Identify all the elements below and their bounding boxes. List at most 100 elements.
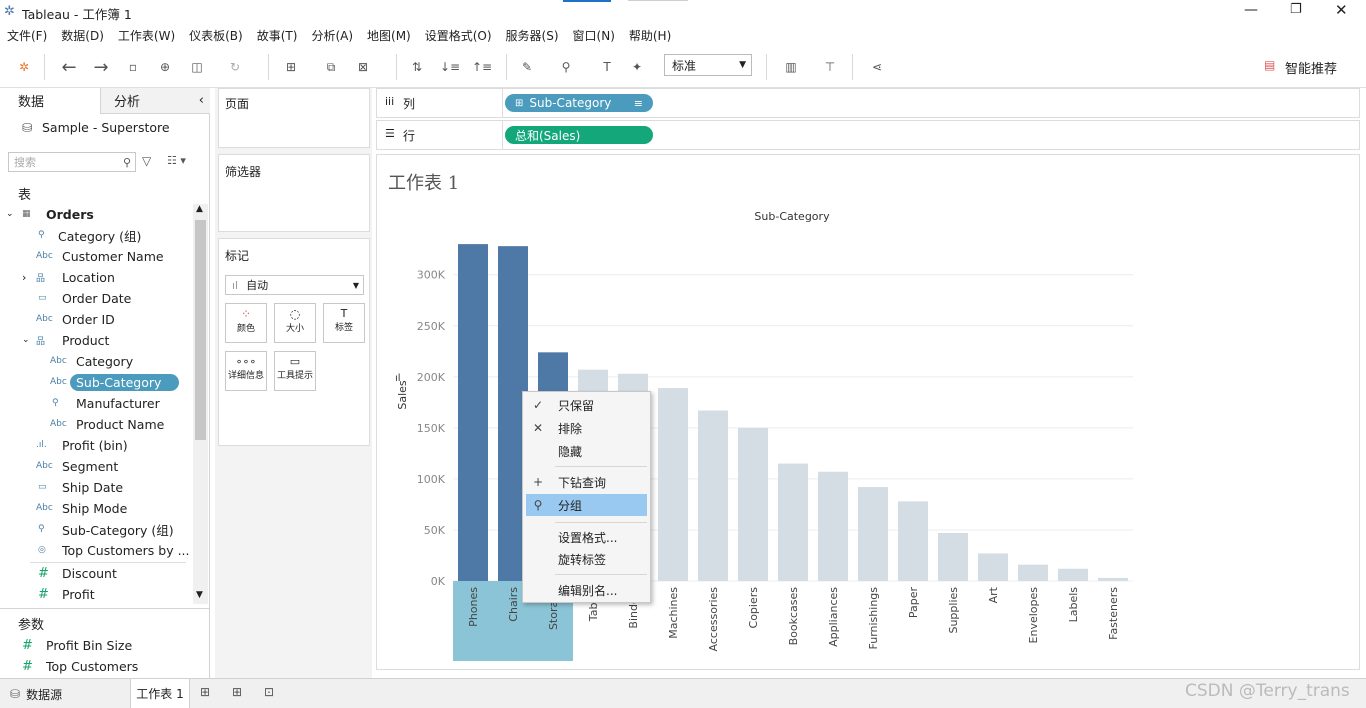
new-story-icon[interactable]: ⊡ <box>264 685 274 699</box>
field-product-name[interactable]: Abc Product Name <box>50 414 164 434</box>
field-sub-category-group[interactable]: ⚲ Sub-Category (组) <box>38 519 174 539</box>
toolbar-separator <box>766 54 767 80</box>
param-top-customers[interactable]: # Top Customers <box>22 656 138 676</box>
show-me-button[interactable]: 智能推荐 <box>1285 58 1337 77</box>
scroll-up-icon[interactable]: ▲ <box>196 204 203 214</box>
pages-card[interactable]: 页面 <box>218 88 370 148</box>
field-order-id[interactable]: Abc Order ID <box>36 309 115 329</box>
menu-help[interactable]: 帮助(H) <box>622 27 678 44</box>
tab-data[interactable]: 数据 <box>0 88 100 114</box>
datasource-row[interactable]: ⛁ Sample - Superstore <box>22 120 170 135</box>
filter-icon[interactable]: ▽ <box>142 154 151 168</box>
color-button[interactable]: ⁘ 颜色 <box>225 303 267 343</box>
save-icon[interactable]: ▫ <box>122 56 144 78</box>
menu-window[interactable]: 窗口(N) <box>566 27 622 44</box>
menu-dashboard[interactable]: 仪表板(B) <box>182 27 250 44</box>
sort-descending-icon[interactable]: ↑≡ <box>471 56 493 78</box>
tableau-home-icon[interactable]: ✲ <box>13 56 35 78</box>
show-labels-icon[interactable]: T <box>596 56 618 78</box>
menu-worksheet[interactable]: 工作表(W) <box>111 27 182 44</box>
field-profit-bin[interactable]: .ıl. Profit (bin) <box>36 435 128 455</box>
new-datasource-icon[interactable]: ⊕ <box>154 56 176 78</box>
field-product[interactable]: ⌄ 品 Product <box>22 330 109 350</box>
field-segment[interactable]: Abc Segment <box>36 456 118 476</box>
tooltip-button[interactable]: ▭ 工具提示 <box>274 351 316 391</box>
field-top-customers[interactable]: ◎ Top Customers by ... <box>38 540 190 560</box>
new-dashboard-icon[interactable]: ⊞ <box>232 685 242 699</box>
show-cards-icon[interactable]: ▥ <box>780 56 802 78</box>
field-manufacturer[interactable]: ⚲ Manufacturer <box>52 393 160 413</box>
field-sub-category[interactable]: Abc Sub-Category <box>50 372 180 392</box>
fit-dropdown[interactable]: 标准 ▼ <box>664 54 752 76</box>
tab-analysis-label: 分析 <box>114 95 141 110</box>
datasource-tab[interactable]: ⛁ 数据源 <box>4 682 68 706</box>
sum-sales-pill[interactable]: 总和(Sales) <box>505 126 653 144</box>
datasource-tab-icon: ⛁ <box>10 687 21 701</box>
view-options-icon[interactable]: ☷ ▾ <box>167 154 186 167</box>
undo-icon[interactable]: ← <box>58 56 80 78</box>
menu-server[interactable]: 服务器(S) <box>499 27 566 44</box>
pause-updates-icon[interactable]: ◫ <box>186 56 208 78</box>
new-worksheet-icon[interactable]: ⊞ <box>200 685 210 699</box>
shelf-divider <box>502 89 503 117</box>
highlight-icon[interactable]: ✎ <box>516 56 538 78</box>
field-category-group[interactable]: ⚲ Category (组) <box>38 225 141 245</box>
duplicate-sheet-icon[interactable]: ⧉ <box>320 56 342 78</box>
menu-item-rotate-label[interactable]: 旋转标签 <box>526 548 647 570</box>
mark-type-dropdown[interactable]: ıl 自动 ▼ <box>225 275 364 295</box>
show-me-icon[interactable]: ▤ <box>1264 58 1275 72</box>
close-button[interactable]: ✕ <box>1335 1 1348 19</box>
menu-item-hide[interactable]: 隐藏 <box>526 440 647 462</box>
menu-item-edit-alias[interactable]: 编辑别名... <box>526 579 647 601</box>
detail-button[interactable]: ∘∘∘ 详细信息 <box>225 351 267 391</box>
fix-axes-icon[interactable]: ✦ <box>626 56 648 78</box>
field-order-date[interactable]: ▭ Order Date <box>38 288 131 308</box>
menu-map[interactable]: 地图(M) <box>360 27 418 44</box>
menu-item-keep-only[interactable]: ✓ 只保留 <box>526 394 647 416</box>
clear-sheet-icon[interactable]: ⊠ <box>352 56 374 78</box>
menu-data[interactable]: 数据(D) <box>54 27 111 44</box>
tab-analysis[interactable]: 分析 ‹ <box>100 88 210 114</box>
menu-item-drill-down[interactable]: + 下钻查询 <box>526 471 647 493</box>
menu-format[interactable]: 设置格式(O) <box>418 27 499 44</box>
field-profit[interactable]: # Profit <box>38 584 95 604</box>
scroll-thumb[interactable] <box>195 220 206 440</box>
presentation-mode-icon[interactable]: ⊤ <box>819 56 841 78</box>
field-location[interactable]: › 品 Location <box>22 267 115 287</box>
new-sheet-icon[interactable]: ⊞ <box>280 56 302 78</box>
field-customer-name[interactable]: Abc Customer Name <box>36 246 164 266</box>
share-icon[interactable]: ⋖ <box>866 56 888 78</box>
menu-file[interactable]: 文件(F) <box>0 27 54 44</box>
scroll-down-icon[interactable]: ▼ <box>196 590 203 600</box>
sheet-tab[interactable]: 工作表 1 <box>130 679 190 708</box>
minimize-button[interactable]: — <box>1244 2 1258 18</box>
menu-item-exclude[interactable]: ✕ 排除 <box>526 417 647 439</box>
field-ship-mode[interactable]: Abc Ship Mode <box>36 498 127 518</box>
swap-axes-icon[interactable]: ⇅ <box>406 56 428 78</box>
search-input[interactable]: 搜索 ⚲ <box>8 152 136 172</box>
size-button[interactable]: ◌ 大小 <box>274 303 316 343</box>
menu-item-group[interactable]: ⚲ 分组 <box>526 494 647 516</box>
group-members-icon[interactable]: ⚲ <box>555 56 577 78</box>
refresh-icon[interactable]: ↻ <box>224 56 246 78</box>
menu-analysis[interactable]: 分析(A) <box>304 27 360 44</box>
field-category[interactable]: Abc Category <box>50 351 133 371</box>
context-menu: ✓ 只保留 ✕ 排除 隐藏 + 下钻查询 ⚲ 分组 设置格式... 旋转标签 编辑别名.… <box>522 391 651 603</box>
restore-button[interactable]: ❐ <box>1290 2 1302 17</box>
menu-item-format[interactable]: 设置格式... <box>526 526 647 548</box>
string-icon: Abc <box>36 461 53 471</box>
redo-icon[interactable]: → <box>90 56 112 78</box>
label-button[interactable]: T 标签 <box>323 303 365 343</box>
field-ship-date[interactable]: ▭ Ship Date <box>38 477 123 497</box>
field-discount[interactable]: # Discount <box>38 563 117 583</box>
columns-shelf[interactable]: iii 列 ⊞ Sub-Category ≡ <box>376 88 1360 118</box>
menu-story[interactable]: 故事(T) <box>250 27 305 44</box>
field-orders[interactable]: ⌄ ▦ Orders <box>6 204 94 224</box>
field-list-scrollbar[interactable]: ▲ ▼ <box>193 204 208 604</box>
rows-shelf[interactable]: ☰ 行 总和(Sales) <box>376 120 1360 150</box>
sub-category-pill[interactable]: ⊞ Sub-Category ≡ <box>505 94 653 112</box>
param-profit-bin-size[interactable]: # Profit Bin Size <box>22 635 132 655</box>
collapse-pane-icon[interactable]: ‹ <box>199 93 204 108</box>
filters-card[interactable]: 筛选器 <box>218 154 370 232</box>
sort-ascending-icon[interactable]: ↓≡ <box>439 56 461 78</box>
